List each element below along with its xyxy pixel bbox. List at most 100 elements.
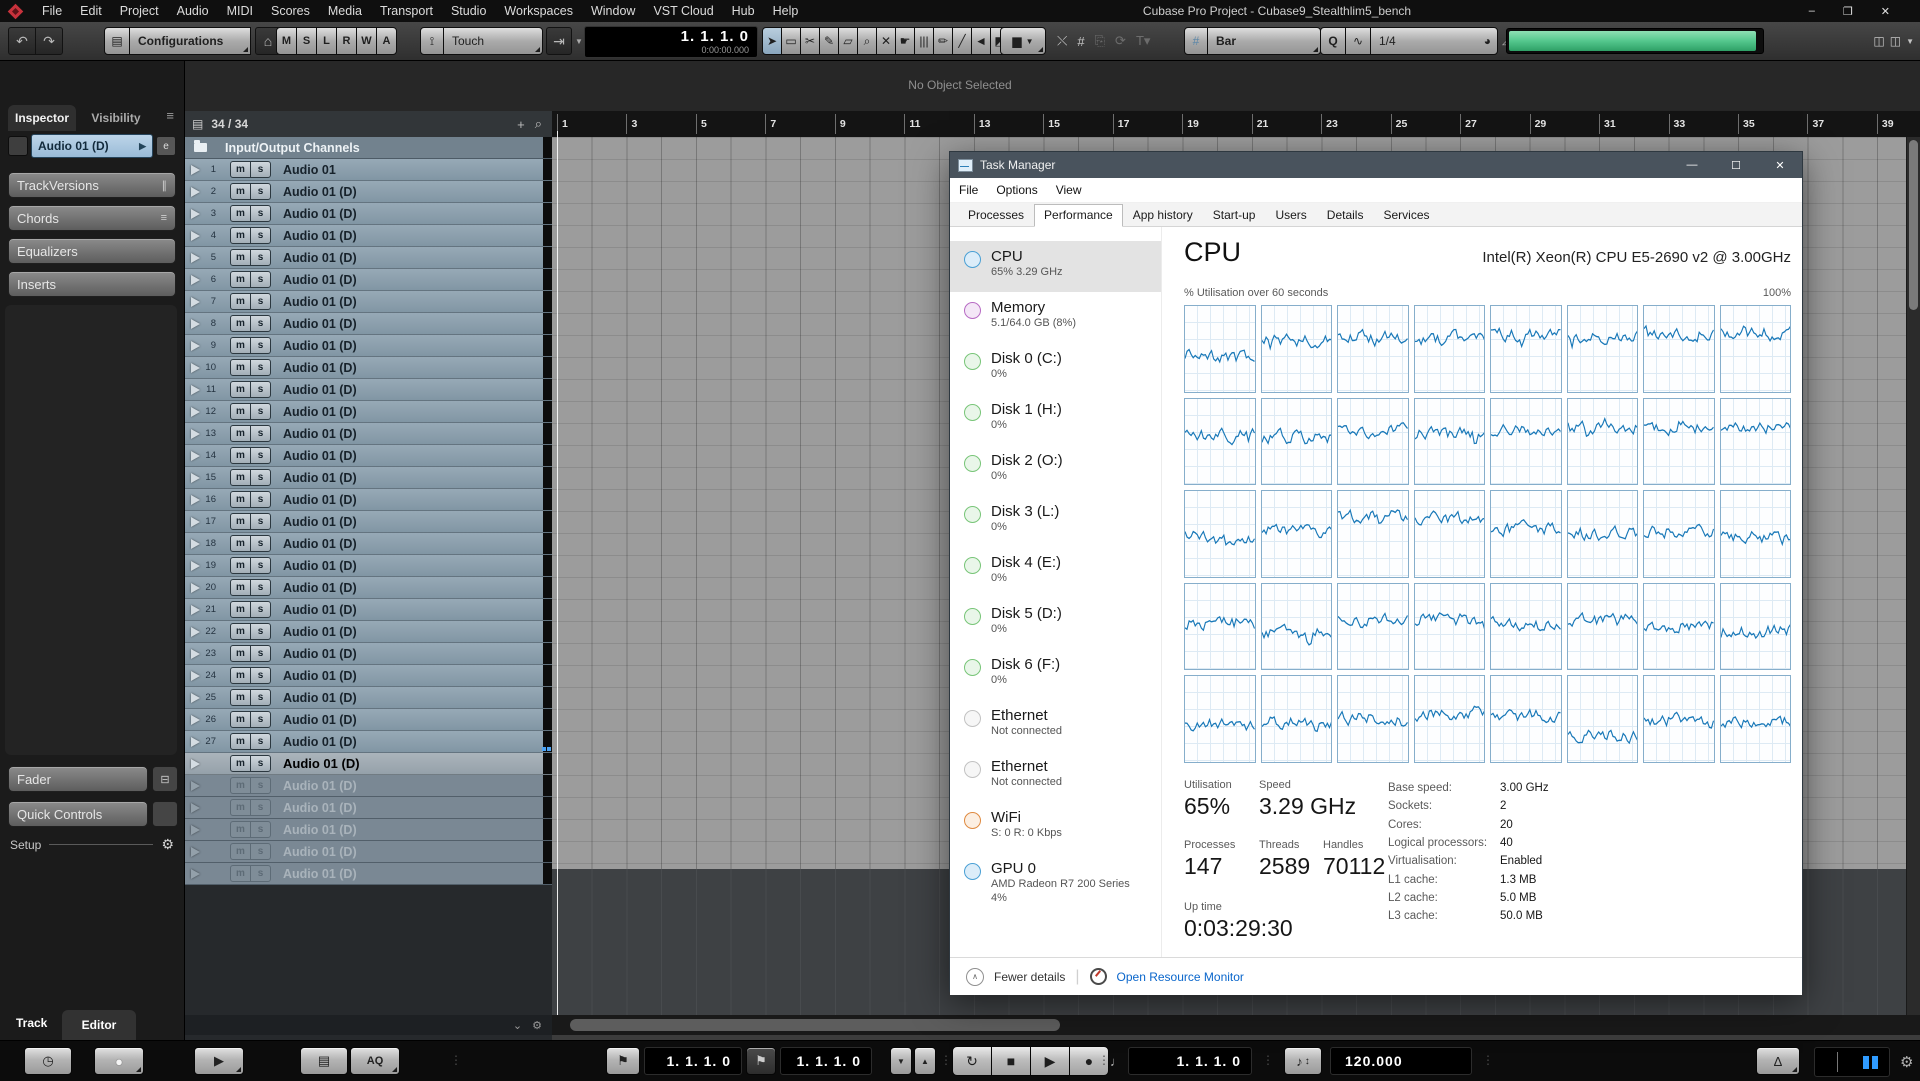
aq-button[interactable]: AQ [350, 1047, 400, 1075]
edit-channel-button[interactable]: e [156, 136, 176, 156]
playback-mode-button[interactable]: ▶ [194, 1047, 244, 1075]
tm-menu-view[interactable]: View [1047, 183, 1091, 197]
transport-handle[interactable]: ⋮ [1262, 1053, 1275, 1067]
inspector-menu-icon[interactable]: ≡ [166, 108, 174, 123]
metronome-button[interactable]: Δ [1756, 1047, 1800, 1075]
add-track-icon[interactable]: + [517, 117, 525, 132]
menu-project[interactable]: Project [111, 0, 168, 22]
automation-r-button[interactable]: R [336, 27, 357, 55]
color-tool-dropdown[interactable]: ▆ ▼ [1000, 27, 1046, 55]
mute-button[interactable]: m [230, 689, 251, 706]
tm-tab-app-history[interactable]: App history [1123, 204, 1203, 227]
mute-button[interactable]: m [230, 535, 251, 552]
track-row[interactable]: 1 m s Audio 01 [184, 159, 552, 181]
tool-play-icon[interactable]: ☛ [895, 27, 915, 55]
vertical-scrollbar-thumb[interactable] [1909, 140, 1918, 310]
mute-button[interactable]: m [230, 271, 251, 288]
inspector-section-chords[interactable]: Chords ≡ [8, 205, 176, 231]
tool-line-icon[interactable]: ╱ [952, 27, 972, 55]
punch-in-button[interactable]: ▼ [890, 1047, 912, 1075]
tool-erase-icon[interactable]: ✕ [876, 27, 896, 55]
mute-button[interactable]: m [230, 315, 251, 332]
solo-button[interactable]: s [250, 491, 271, 508]
inspector-section-quick-controls[interactable]: Quick Controls [8, 801, 148, 827]
menu-transport[interactable]: Transport [371, 0, 442, 22]
main-time-display[interactable]: 1. 1. 1. 0 [1128, 1047, 1252, 1075]
tool-range-selection-icon[interactable]: ▭ [781, 27, 801, 55]
menu-window[interactable]: Window [582, 0, 644, 22]
track-row[interactable]: 11 m s Audio 01 (D) [184, 379, 552, 401]
mute-button[interactable]: m [230, 777, 251, 794]
tempo-display[interactable]: 120.000 [1330, 1047, 1472, 1075]
tm-menu-options[interactable]: Options [987, 183, 1046, 197]
mute-button[interactable]: m [230, 711, 251, 728]
track-row[interactable]: 9 m s Audio 01 (D) [184, 335, 552, 357]
mute-button[interactable]: m [230, 733, 251, 750]
horizontal-scrollbar-thumb[interactable] [570, 1019, 1060, 1031]
track-row[interactable]: m s Audio 01 (D) [184, 841, 552, 863]
solo-button[interactable]: s [250, 645, 271, 662]
track-row[interactable]: 24 m s Audio 01 (D) [184, 665, 552, 687]
right-locator-flag-button[interactable]: ⚑ [746, 1047, 776, 1075]
quantize-wave-icon[interactable]: ∿ [1345, 27, 1371, 55]
automation-a-button[interactable]: A [376, 27, 397, 55]
mute-button[interactable]: m [230, 469, 251, 486]
solo-button[interactable]: s [250, 755, 271, 772]
timeline-ruler[interactable]: 1 3 5 7 9 11 13 15 17 19 21 23 25 27 29 31 33 35 37 39 [552, 111, 1920, 138]
track-row[interactable]: 16 m s Audio 01 (D) [184, 489, 552, 511]
automation-l-button[interactable]: L [316, 27, 337, 55]
tool-mute-icon[interactable]: ||| [914, 27, 934, 55]
undo-button[interactable]: ↶ [8, 27, 36, 55]
menu-file[interactable]: File [33, 0, 71, 22]
solo-button[interactable]: s [250, 227, 271, 244]
quantize-q-button[interactable]: Q [1320, 27, 1346, 55]
solo-button[interactable]: s [250, 689, 271, 706]
track-row[interactable]: 17 m s Audio 01 (D) [184, 511, 552, 533]
sidebar-item-disk-1-h-[interactable]: Disk 1 (H:) 0% [950, 394, 1161, 445]
solo-button[interactable]: s [250, 557, 271, 574]
tm-tab-users[interactable]: Users [1265, 204, 1316, 227]
solo-button[interactable]: s [250, 711, 271, 728]
mute-button[interactable]: m [230, 337, 251, 354]
autopunch-dropdown-arrow-icon[interactable]: ▼ [575, 37, 583, 46]
track-search-icon[interactable]: ⌕ [535, 116, 542, 132]
tm-tab-start-up[interactable]: Start-up [1203, 204, 1266, 227]
sidebar-item-memory[interactable]: Memory 5.1/64.0 GB (8%) [950, 292, 1161, 343]
track-color-button[interactable] [8, 136, 28, 156]
redo-button[interactable]: ↷ [35, 27, 63, 55]
track-row[interactable]: 21 m s Audio 01 (D) [184, 599, 552, 621]
track-row[interactable]: 6 m s Audio 01 (D) [184, 269, 552, 291]
mute-button[interactable]: m [230, 249, 251, 266]
track-row[interactable]: 22 m s Audio 01 (D) [184, 621, 552, 643]
mute-button[interactable]: m [230, 447, 251, 464]
sidebar-item-disk-4-e-[interactable]: Disk 4 (E:) 0% [950, 547, 1161, 598]
solo-button[interactable]: s [250, 249, 271, 266]
maximize-button[interactable]: ☐ [1714, 152, 1758, 178]
menu-audio[interactable]: Audio [168, 0, 218, 22]
sidebar-item-disk-2-o-[interactable]: Disk 2 (O:) 0% [950, 445, 1161, 496]
mute-button[interactable]: m [230, 293, 251, 310]
solo-button[interactable]: s [250, 381, 271, 398]
track-row[interactable]: 13 m s Audio 01 (D) [184, 423, 552, 445]
tm-tab-services[interactable]: Services [1373, 204, 1439, 227]
track-scroll-chevron-icon[interactable]: ⌄ [513, 1019, 522, 1032]
inspector-section-trackversions[interactable]: TrackVersions ∥ [8, 172, 176, 198]
solo-button[interactable]: s [250, 799, 271, 816]
tab-editor[interactable]: Editor [62, 1010, 136, 1040]
quantize-preset-dropdown[interactable]: 1/4 ◕ [1370, 27, 1498, 55]
track-row[interactable]: 14 m s Audio 01 (D) [184, 445, 552, 467]
tool-comp-icon[interactable]: ▱ [838, 27, 858, 55]
solo-button[interactable]: s [250, 469, 271, 486]
mute-button[interactable]: m [230, 645, 251, 662]
tool-glue-icon[interactable]: ✎ [819, 27, 839, 55]
toolbar-options-arrow-icon[interactable]: ▼ [1906, 37, 1914, 46]
track-list-gear-icon[interactable]: ⚙ [532, 1019, 542, 1032]
solo-button[interactable]: s [250, 403, 271, 420]
tab-visibility[interactable]: Visibility [80, 105, 152, 131]
track-row[interactable]: 26 m s Audio 01 (D) [184, 709, 552, 731]
transport-handle[interactable]: ⋮ [1482, 1053, 1495, 1067]
mute-button[interactable]: m [230, 557, 251, 574]
solo-button[interactable]: s [250, 623, 271, 640]
track-name-field[interactable]: Audio 01 (D) ▶ [31, 134, 153, 158]
automation-m-button[interactable]: M [276, 27, 297, 55]
